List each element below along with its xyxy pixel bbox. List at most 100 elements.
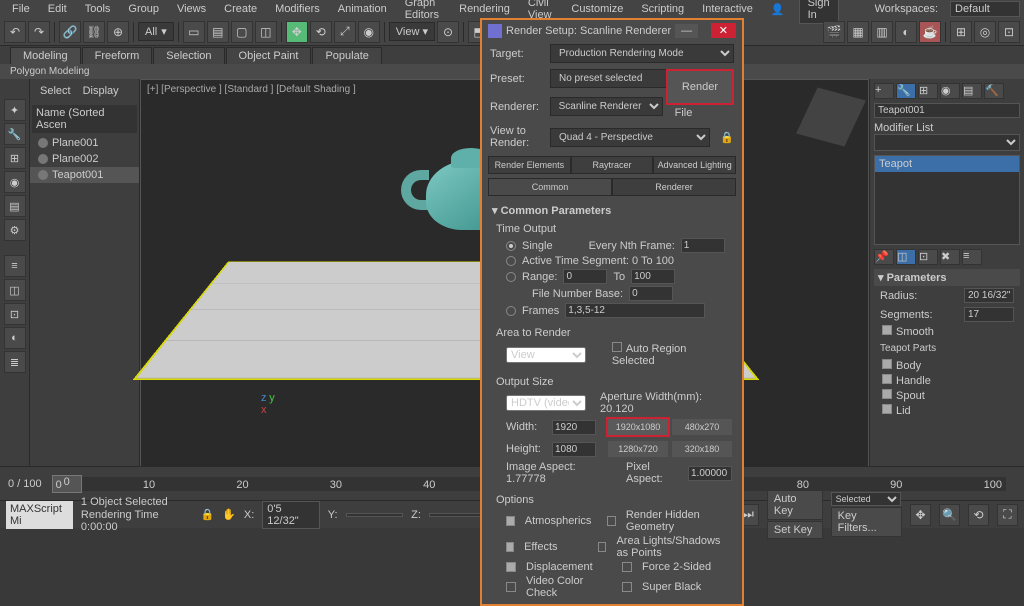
output-preset-dropdown[interactable]: HDTV (video)	[506, 395, 586, 411]
menu-file[interactable]: File	[4, 1, 38, 17]
workspace-select[interactable]	[950, 1, 1020, 17]
stack-pin-icon[interactable]: 📌	[874, 249, 894, 265]
segments-spinner[interactable]	[964, 307, 1014, 322]
visibility-icon[interactable]	[38, 170, 48, 180]
rect-select-button[interactable]: ▢	[231, 21, 253, 43]
refcoord-dropdown[interactable]: View ▾	[389, 22, 435, 41]
width-spinner[interactable]	[552, 420, 596, 435]
link-button[interactable]: 🔗	[59, 21, 81, 43]
ribbon-objectpaint[interactable]: Object Paint	[226, 47, 312, 64]
tool-y-button[interactable]: ◎	[974, 21, 996, 43]
nav-orbit-button[interactable]: ⟲	[968, 504, 989, 526]
render-button[interactable]: Render	[668, 71, 732, 103]
cmd-motion-icon[interactable]: ◉	[940, 83, 960, 99]
set-key-button[interactable]: Set Key	[767, 521, 823, 539]
stack-unique-icon[interactable]: ⊡	[918, 249, 938, 265]
left-tool-a[interactable]: ≡	[4, 255, 26, 277]
stack-config-icon[interactable]: ≡	[962, 249, 982, 265]
nav-zoom-button[interactable]: 🔍	[939, 504, 960, 526]
parameters-rollout[interactable]: ▾ Parameters	[874, 269, 1020, 286]
menu-animation[interactable]: Animation	[330, 1, 395, 17]
menu-create[interactable]: Create	[216, 1, 265, 17]
create-tab-icon[interactable]: ✦	[4, 99, 26, 121]
display-tab-icon[interactable]: ▤	[4, 195, 26, 217]
scene-tab-select[interactable]: Select	[34, 83, 77, 99]
scene-tab-display[interactable]: Display	[77, 83, 125, 99]
key-mode-dropdown[interactable]: Selected	[831, 492, 901, 506]
stack-remove-icon[interactable]: ✖	[940, 249, 960, 265]
target-dropdown[interactable]: Production Rendering Mode	[550, 44, 734, 63]
range-to-spinner[interactable]	[631, 269, 675, 284]
scene-item-plane002[interactable]: Plane002	[30, 151, 139, 167]
vcc-checkbox[interactable]	[506, 582, 516, 592]
x-coord[interactable]: 0'5 12/32"	[262, 501, 320, 529]
modifier-stack[interactable]: Teapot	[874, 155, 1020, 245]
preset-1280x720[interactable]: 1280x720	[608, 441, 668, 457]
undo-button[interactable]: ↶	[4, 21, 26, 43]
nav-pan-button[interactable]: ✥	[910, 504, 931, 526]
stack-item-teapot[interactable]: Teapot	[875, 156, 1019, 172]
tab-raytracer[interactable]: Raytracer	[571, 156, 654, 174]
scene-sort-header[interactable]: Name (Sorted Ascen	[32, 105, 137, 133]
menu-views[interactable]: Views	[169, 1, 214, 17]
move-button[interactable]: ✥	[286, 21, 308, 43]
force2sided-checkbox[interactable]	[622, 562, 632, 572]
renderer-dropdown[interactable]: Scanline Renderer	[550, 97, 663, 116]
part-handle-checkbox[interactable]	[882, 374, 892, 384]
tab-advanced-lighting[interactable]: Advanced Lighting	[653, 156, 736, 174]
scene-item-plane001[interactable]: Plane001	[30, 135, 139, 151]
superblack-checkbox[interactable]	[622, 582, 632, 592]
visibility-icon[interactable]	[38, 154, 48, 164]
modifier-list-dropdown[interactable]	[874, 134, 1020, 151]
auto-key-button[interactable]: Auto Key	[767, 490, 823, 520]
atmospherics-checkbox[interactable]	[506, 516, 515, 526]
radius-spinner[interactable]	[964, 288, 1014, 303]
cmd-hierarchy-icon[interactable]: ⊞	[918, 83, 938, 99]
menu-scripting[interactable]: Scripting	[633, 1, 692, 17]
cmd-display-icon[interactable]: ▤	[962, 83, 982, 99]
unlink-button[interactable]: ⛓	[83, 21, 105, 43]
range-radio[interactable]	[506, 272, 516, 282]
range-from-spinner[interactable]	[563, 269, 607, 284]
motion-tab-icon[interactable]: ◉	[4, 171, 26, 193]
render-setup-button[interactable]: 🎬	[823, 21, 845, 43]
redo-button[interactable]: ↷	[28, 21, 50, 43]
menu-group[interactable]: Group	[120, 1, 167, 17]
area-dropdown[interactable]: View	[506, 347, 586, 363]
y-coord[interactable]	[346, 513, 404, 517]
smooth-checkbox[interactable]	[882, 325, 892, 335]
tab-render-elements[interactable]: Render Elements	[488, 156, 571, 174]
tab-common[interactable]: Common	[488, 178, 612, 196]
close-button[interactable]: ✕	[711, 23, 736, 38]
effects-checkbox[interactable]	[506, 542, 514, 552]
every-nth-spinner[interactable]	[681, 238, 725, 253]
ribbon-selection[interactable]: Selection	[153, 47, 224, 64]
modify-tab-icon[interactable]: 🔧	[4, 123, 26, 145]
menu-customize[interactable]: Customize	[563, 1, 631, 17]
nav-max-button[interactable]: ⛶	[997, 504, 1018, 526]
ribbon-freeform[interactable]: Freeform	[82, 47, 153, 64]
cmd-util-icon[interactable]: 🔨	[984, 83, 1004, 99]
preset-480x270[interactable]: 480x270	[672, 419, 732, 435]
pixel-aspect-spinner[interactable]	[688, 466, 732, 481]
render-button[interactable]: ☕	[919, 21, 941, 43]
minimize-button[interactable]: —	[675, 24, 698, 38]
height-spinner[interactable]	[552, 442, 596, 457]
file-num-spinner[interactable]	[629, 286, 673, 301]
bind-button[interactable]: ⊕	[107, 21, 129, 43]
scene-item-teapot001[interactable]: Teapot001	[30, 167, 139, 183]
state-sets-button[interactable]: ▥	[871, 21, 893, 43]
object-name-field[interactable]	[874, 103, 1020, 118]
render-frame-button[interactable]: ▦	[847, 21, 869, 43]
placement-button[interactable]: ◉	[358, 21, 380, 43]
active-seg-radio[interactable]	[506, 256, 516, 266]
menu-tools[interactable]: Tools	[77, 1, 119, 17]
tool-z-button[interactable]: ⊡	[998, 21, 1020, 43]
menu-interactive[interactable]: Interactive	[694, 1, 761, 17]
key-filters-button[interactable]: Key Filters...	[831, 507, 902, 537]
menu-modifiers[interactable]: Modifiers	[267, 1, 328, 17]
single-radio[interactable]	[506, 241, 516, 251]
scale-button[interactable]: ⤢	[334, 21, 356, 43]
lock-selection-icon[interactable]: 🔒	[200, 508, 214, 521]
auto-region-checkbox[interactable]	[612, 342, 622, 352]
